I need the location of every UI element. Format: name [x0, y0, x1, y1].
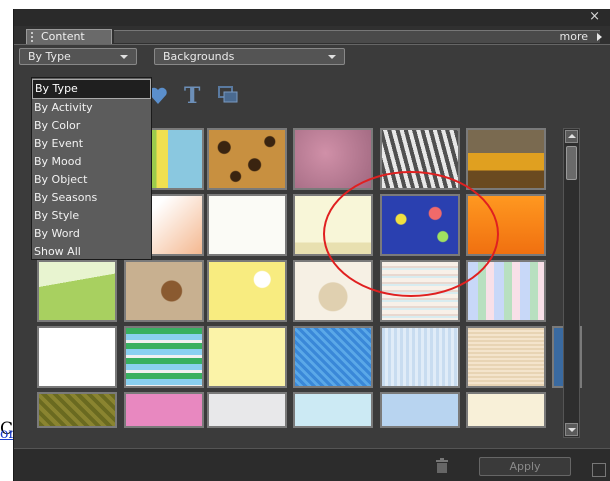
- tab-strip-fill: [114, 30, 600, 43]
- chevron-down-icon: [568, 428, 576, 432]
- chevron-right-icon: [597, 33, 602, 41]
- thumbnail[interactable]: [37, 326, 117, 388]
- filter-dropdown-menu: By Type By Activity By Color By Event By…: [31, 77, 152, 260]
- dropdown-option[interactable]: By Type: [32, 79, 151, 99]
- thumbnail[interactable]: [124, 326, 204, 388]
- close-icon[interactable]: ×: [589, 10, 600, 24]
- dropdown-option[interactable]: By Activity: [32, 99, 151, 117]
- tab-content-label: Content: [41, 30, 85, 43]
- vertical-scrollbar[interactable]: [563, 128, 580, 438]
- dropdown-option[interactable]: By Word: [32, 225, 151, 243]
- resize-grip-icon[interactable]: [592, 463, 606, 477]
- text-icon[interactable]: T: [184, 83, 200, 109]
- dropdown-option[interactable]: Show All: [32, 243, 151, 261]
- dropdown-option[interactable]: By Style: [32, 207, 151, 225]
- thumbnail[interactable]: [380, 326, 460, 388]
- thumbnail[interactable]: [207, 128, 287, 190]
- scroll-down-button[interactable]: [565, 423, 578, 436]
- thumbnail[interactable]: [207, 194, 287, 256]
- panel-footer: Apply: [14, 448, 610, 481]
- thumbnail[interactable]: [207, 326, 287, 388]
- frame-icon[interactable]: [218, 86, 238, 104]
- tab-content[interactable]: Content: [26, 29, 112, 44]
- chevron-down-icon: [120, 55, 128, 59]
- thumbnail[interactable]: [37, 260, 117, 322]
- chevron-down-icon: [328, 55, 336, 59]
- category-select-value: Backgrounds: [163, 50, 235, 63]
- thumbnail[interactable]: [380, 392, 460, 428]
- annotation-circle: [323, 171, 499, 297]
- trash-icon[interactable]: [435, 458, 449, 473]
- thumbnail[interactable]: [207, 260, 287, 322]
- chevron-up-icon: [568, 134, 576, 138]
- thumbnail[interactable]: [207, 392, 287, 428]
- thumbnail[interactable]: [37, 392, 117, 428]
- panel-titlebar: ×: [14, 9, 610, 26]
- category-select[interactable]: Backgrounds: [154, 48, 345, 65]
- thumbnail[interactable]: [124, 260, 204, 322]
- thumbnail[interactable]: [466, 392, 546, 428]
- dropdown-option[interactable]: By Object: [32, 171, 151, 189]
- dropdown-option[interactable]: By Seasons: [32, 189, 151, 207]
- thumbnail[interactable]: [124, 392, 204, 428]
- apply-button[interactable]: Apply: [479, 457, 571, 476]
- tab-strip: Content: [14, 26, 610, 45]
- filter-select-value: By Type: [28, 50, 71, 63]
- thumbnail[interactable]: [466, 128, 546, 190]
- scroll-up-button[interactable]: [565, 130, 578, 143]
- more-button[interactable]: more: [560, 30, 589, 43]
- thumbnail[interactable]: [466, 326, 546, 388]
- filter-select[interactable]: By Type: [19, 48, 137, 65]
- content-panel: × Content more By Type Backgrounds T App…: [13, 9, 610, 481]
- dropdown-option[interactable]: By Event: [32, 135, 151, 153]
- dropdown-option[interactable]: By Color: [32, 117, 151, 135]
- dropdown-option[interactable]: By Mood: [32, 153, 151, 171]
- thumbnail[interactable]: [293, 392, 373, 428]
- grip-icon: [31, 32, 39, 42]
- thumbnail[interactable]: [293, 326, 373, 388]
- scrollbar-thumb[interactable]: [566, 146, 577, 180]
